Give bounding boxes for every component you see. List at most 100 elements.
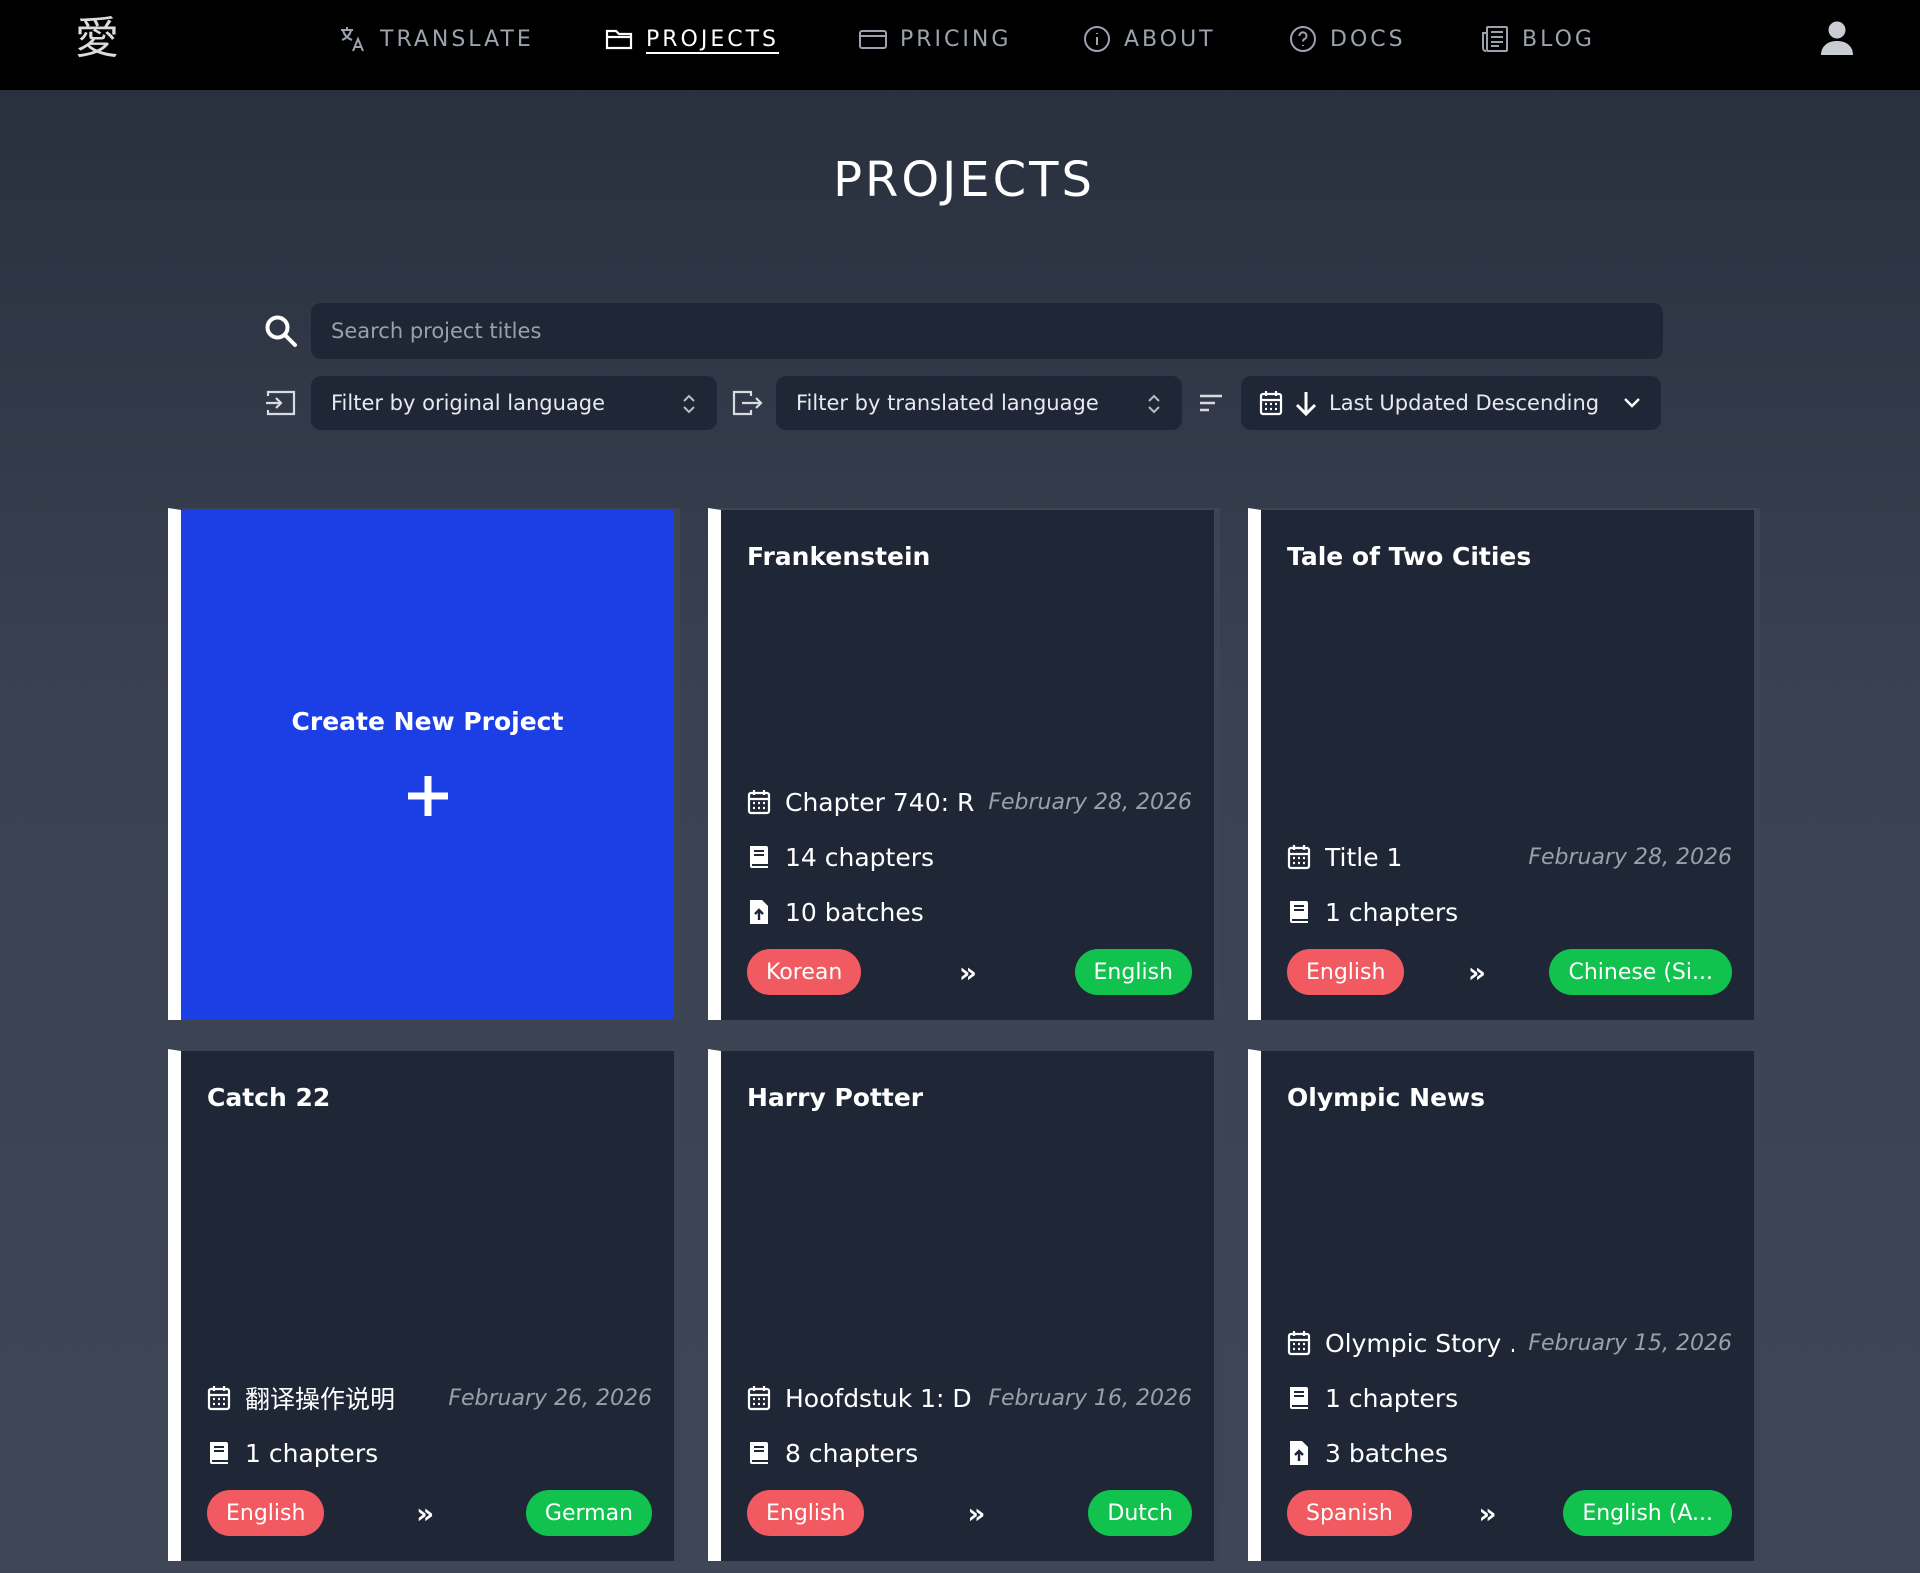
language-row: Spanish » English (A... [1287,1490,1732,1536]
chevron-down-icon [1624,398,1640,408]
project-card[interactable]: Tale of Two Cities Title 1 February 28, … [1248,508,1760,1020]
language-arrow: » [1478,1496,1497,1530]
latest-chapter-row: 翻译操作说明 February 26, 2026 [207,1380,652,1416]
nav-blog-label: BLOG [1522,26,1595,52]
chapter-count: 1 chapters [1325,897,1459,927]
nav-about[interactable]: ABOUT [1082,18,1216,60]
nav-translate[interactable]: TRANSLATE [338,18,534,60]
logo[interactable]: 愛 [70,8,124,70]
create-project-card[interactable]: Create New Project [168,508,680,1020]
original-language-icon [266,390,296,416]
project-card[interactable]: Frankenstein Chapter 740: R... February … [708,508,1220,1020]
chapters-row: 1 chapters [207,1435,652,1471]
chapter-count: 8 chapters [785,1438,919,1468]
calendar-icon [1287,845,1311,870]
book-icon [750,1442,768,1464]
updated-date: February 26, 2026 [448,1385,652,1411]
latest-chapter-row: Title 1 February 28, 2026 [1287,839,1732,875]
latest-chapter-row: Chapter 740: R... February 28, 2026 [747,784,1192,820]
file-upload-icon [1290,1441,1308,1465]
create-project-label: Create New Project [291,706,564,736]
translated-language-badge: German [525,1490,652,1536]
batch-count: 3 batches [1325,1438,1448,1468]
updated-date: February 15, 2026 [1528,1330,1732,1356]
updated-date: February 16, 2026 [988,1385,1192,1411]
nav-pricing-label: PRICING [900,26,1012,52]
book-icon [1290,1387,1308,1409]
nav-pricing[interactable]: PRICING [858,18,1011,60]
updated-date: February 28, 2026 [988,789,1192,815]
language-row: Korean » English [747,949,1192,995]
project-card[interactable]: Harry Potter Hoofdstuk 1: D... February … [708,1049,1220,1561]
updated-date: February 28, 2026 [1528,844,1732,870]
user-account-icon[interactable] [1820,20,1854,56]
chapters-row: 8 chapters [747,1435,1192,1471]
language-arrow: » [967,1496,986,1530]
chapters-row: 14 chapters [747,839,1192,875]
nav-docs-label: DOCS [1330,26,1406,52]
project-card[interactable]: Olympic News Olympic Story ... February … [1248,1049,1760,1561]
search-input[interactable] [311,303,1663,359]
chapter-count: 1 chapters [1325,1383,1459,1413]
original-language-select[interactable]: Filter by original language [311,376,717,430]
project-title: Tale of Two Cities [1287,542,1532,571]
sort-lines-icon [1200,394,1222,412]
project-card[interactable]: Catch 22 翻译操作说明 February 26, 2026 1 chap… [168,1049,680,1561]
latest-chapter-row: Olympic Story ... February 15, 2026 [1287,1325,1732,1361]
batch-count: 10 batches [785,897,924,927]
nav-about-label: ABOUT [1124,26,1216,52]
book-icon [750,846,768,868]
top-nav: 愛 TRANSLATE PROJECTS PRICING ABOUT DOCS … [0,0,1920,90]
language-row: English » Dutch [747,1490,1192,1536]
chapters-row: 1 chapters [1287,894,1732,930]
original-language-select-label: Filter by original language [331,391,606,415]
batches-row: 3 batches [1287,1435,1732,1471]
translate-icon [341,27,364,52]
nav-projects-label: PROJECTS [646,26,780,52]
project-title: Catch 22 [207,1083,331,1112]
nav-blog[interactable]: BLOG [1480,18,1595,60]
page-title: PROJECTS [833,152,1095,208]
latest-chapter: Chapter 740: R... [785,787,974,817]
translated-language-icon [732,390,763,416]
credit-card-icon [859,30,887,49]
nav-projects[interactable]: PROJECTS [604,18,779,60]
project-title: Harry Potter [747,1083,924,1112]
translated-language-select[interactable]: Filter by translated language [776,376,1182,430]
chapters-row: 1 chapters [1287,1380,1732,1416]
original-language-badge: English [207,1490,325,1536]
nav-docs[interactable]: DOCS [1288,18,1406,60]
latest-chapter: Title 1 [1325,842,1403,872]
folder-icon [605,29,633,50]
translated-language-badge: Dutch [1088,1490,1192,1536]
newspaper-icon [1482,26,1508,52]
language-arrow: » [1467,955,1486,989]
arrow-down-icon [1295,392,1317,416]
project-title: Frankenstein [747,542,931,571]
language-arrow: » [958,955,977,989]
chapter-count: 1 chapters [245,1438,379,1468]
latest-chapter: 翻译操作说明 [245,1385,396,1414]
search-icon [265,315,297,347]
book-icon [210,1442,228,1464]
sort-select-label: Last Updated Descending [1329,391,1600,415]
sort-select[interactable]: Last Updated Descending [1241,376,1661,430]
calendar-icon [1287,1331,1311,1356]
translated-language-badge: Chinese (Si... [1549,949,1732,995]
original-language-badge: Spanish [1287,1490,1412,1536]
plus-icon [407,775,448,816]
language-row: English » German [207,1490,652,1536]
chevron-updown-icon [683,394,695,414]
info-icon [1084,26,1110,52]
calendar-icon [1259,391,1283,416]
nav-translate-label: TRANSLATE [380,26,534,52]
latest-chapter-row: Hoofdstuk 1: D... February 16, 2026 [747,1380,1192,1416]
question-icon [1290,26,1316,52]
book-icon [1290,901,1308,923]
project-title: Olympic News [1287,1083,1486,1112]
chevron-updown-icon [1148,394,1160,414]
calendar-icon [207,1386,231,1411]
calendar-icon [747,1386,771,1411]
translated-language-badge: English [1074,949,1192,995]
chapter-count: 14 chapters [785,842,935,872]
